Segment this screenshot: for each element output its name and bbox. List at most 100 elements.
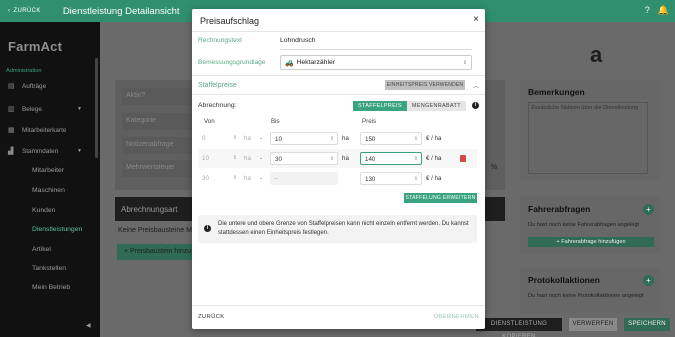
sidebar-item-auftraege[interactable]: ▤ Aufträge [0, 82, 100, 91]
sidebar-subitem-artikel[interactable]: Artikel [32, 246, 51, 253]
extend-tiers-button[interactable]: STAFFELUNG ERWEITERN [404, 193, 477, 203]
logo: FarmAct [8, 39, 63, 54]
back-button[interactable]: ‹ ZURÜCK [8, 8, 41, 14]
tier-price-input-focused[interactable]: 140 ⇕ [360, 152, 422, 165]
tier-from-unit: ha [244, 155, 251, 162]
tier-price-unit: € / ha [426, 135, 442, 142]
tier-price-input[interactable]: 150 ⇕ [360, 132, 422, 145]
field-kategorie[interactable]: Kategorie [122, 113, 192, 130]
tier-from-input: 30 ⇕ [198, 172, 240, 185]
sidebar-section-label: Administration [6, 68, 42, 74]
spinner-icon[interactable]: ⇕ [330, 153, 334, 166]
range-dash: - [260, 175, 263, 182]
tier-row: 10 ⇕ ha - 30 ⇕ ha 140 ⇕ € / ha [198, 149, 477, 168]
chart-icon: ▟ [8, 148, 14, 155]
chevron-up-icon[interactable]: ︿ [473, 81, 479, 90]
divider [192, 75, 485, 76]
tier-from-unit: ha [244, 175, 251, 182]
help-icon[interactable]: ? [645, 5, 650, 16]
map-icon: ▦ [8, 127, 15, 134]
tier-from-input: 10 ⇕ [198, 152, 240, 165]
spinner-icon: ⇕ [232, 155, 237, 161]
add-protocol-icon[interactable]: + [643, 275, 654, 286]
clipboard-icon: ▤ [8, 83, 15, 90]
spinner-icon: ⇕ [232, 135, 237, 141]
remarks-textarea[interactable]: Zusätzliche Notizen über die Dienstleist… [528, 102, 648, 174]
close-icon[interactable]: × [473, 14, 479, 25]
input-underline [280, 49, 472, 50]
tier-to-input: – [270, 172, 338, 185]
column-to: Bis [271, 118, 280, 125]
billing-mode-toggle: STAFFELPREIS MENGENRABATT [353, 101, 466, 111]
select-arrows-icon: ⇕ [462, 59, 467, 66]
tier-to-input[interactable]: 10 ⇕ [270, 132, 338, 145]
chevron-down-icon: ▼ [77, 106, 82, 112]
range-dash: - [260, 135, 263, 142]
tier-to-unit: ha [342, 135, 349, 142]
collapse-sidebar-icon[interactable]: ◀ [86, 322, 91, 329]
save-button[interactable]: SPEICHERN [624, 318, 670, 331]
divider [192, 305, 485, 306]
basis-select[interactable]: 🚜 Hektarzähler ⇕ [280, 55, 472, 70]
spinner-icon: ⇕ [232, 175, 237, 181]
spinner-icon[interactable]: ⇕ [414, 153, 418, 166]
tier-row: 0 ⇕ ha - 10 ⇕ ha 150 ⇕ € / ha [198, 129, 477, 148]
apply-button[interactable]: ÜBERNEHMEN [434, 314, 479, 320]
info-icon[interactable]: i [472, 102, 479, 109]
tier-price-unit: € / ha [426, 175, 442, 182]
tier-to-unit: ha [342, 155, 349, 162]
sidebar-subitem-mitarbeiter[interactable]: Mitarbeiter [32, 167, 64, 174]
divider [192, 31, 485, 32]
add-driver-query-icon[interactable]: + [643, 204, 654, 215]
sidebar-item-stammdaten[interactable]: ▟ Stammdaten ▼ [0, 147, 100, 156]
tier-price-unit: € / ha [426, 155, 442, 162]
tier-from-input: 0 ⇕ [198, 132, 240, 145]
spinner-icon[interactable]: ⇕ [414, 133, 418, 146]
sidebar-item-belege[interactable]: ▥ Belege ▼ [0, 105, 100, 114]
invoice-text-value[interactable]: Lohndrusch [280, 37, 316, 44]
sidebar: FarmAct Administration ▤ Aufträge ▥ Bele… [0, 22, 100, 337]
bell-icon[interactable]: 🔔 [658, 5, 669, 16]
tiered-price-toggle[interactable]: STAFFELPREIS [353, 101, 407, 111]
document-icon: ▥ [8, 106, 15, 113]
discard-button[interactable]: VERWERFEN [569, 318, 617, 331]
field-aktiv[interactable]: Aktiv? [122, 88, 192, 105]
sidebar-subitem-tankstellen[interactable]: Tankstellen [32, 265, 66, 272]
basis-label: Bemessungsgrundlage [198, 59, 266, 66]
remarks-title: Bemerkungen [528, 87, 585, 97]
protocols-title: Protokollaktionen [528, 275, 600, 285]
dialog-back-button[interactable]: ZURÜCK [198, 314, 225, 320]
driver-queries-empty: Du hast noch keine Fahrerabfragen angele… [528, 222, 640, 228]
invoice-text-label: Rechnungstext [198, 37, 242, 44]
spinner-icon[interactable]: ⇕ [330, 133, 334, 146]
trash-icon[interactable] [460, 155, 466, 162]
info-box: i Die untere und obere Grenze von Staffe… [198, 215, 477, 243]
sidebar-subitem-kunden[interactable]: Kunden [32, 207, 55, 214]
page-heading: a [590, 42, 603, 67]
column-price: Preis [362, 118, 377, 125]
sidebar-item-mitarbeiterkarte[interactable]: ▦ Mitarbeiterkarte [0, 126, 100, 135]
sidebar-subitem-mein-betrieb[interactable]: Mein Betrieb [32, 284, 70, 291]
copy-service-button[interactable]: DIENSTLEISTUNG KOPIEREN [476, 318, 562, 337]
chevron-down-icon: ▼ [77, 148, 82, 154]
dialog-title: Preisaufschlag [200, 16, 260, 26]
chevron-left-icon: ‹ [8, 8, 11, 14]
use-unit-price-button[interactable]: EINHEITSPREIS VERWENDEN [385, 80, 465, 90]
spinner-icon[interactable]: ⇕ [414, 173, 418, 186]
protocols-empty: Du hast noch keine Protokollaktionen ang… [528, 293, 644, 299]
billing-label: Abrechnung: [198, 102, 237, 109]
sidebar-subitem-maschinen[interactable]: Maschinen [32, 187, 65, 194]
percent-suffix: % [491, 164, 498, 171]
field-mehrwertsteuer[interactable]: Mehrwertsteuer [122, 160, 192, 177]
field-notizenabfrage[interactable]: Notizenabfrage [122, 137, 192, 154]
no-price-components: Keine Preisbausteine M [118, 227, 192, 234]
tier-to-input[interactable]: 30 ⇕ [270, 152, 338, 165]
column-from: Von [204, 118, 215, 125]
sidebar-subitem-dienstleistungen[interactable]: Dienstleistungen [32, 226, 82, 233]
add-driver-query-button[interactable]: + Fahrerabfrage hinzufügen [528, 237, 654, 247]
tier-price-input[interactable]: 130 ⇕ [360, 172, 422, 185]
quantity-discount-toggle[interactable]: MENGENRABATT [406, 101, 466, 111]
tractor-icon: 🚜 [285, 59, 294, 67]
tiered-prices-label: Staffelpreise [198, 82, 237, 89]
sidebar-scrollbar[interactable] [95, 58, 98, 158]
